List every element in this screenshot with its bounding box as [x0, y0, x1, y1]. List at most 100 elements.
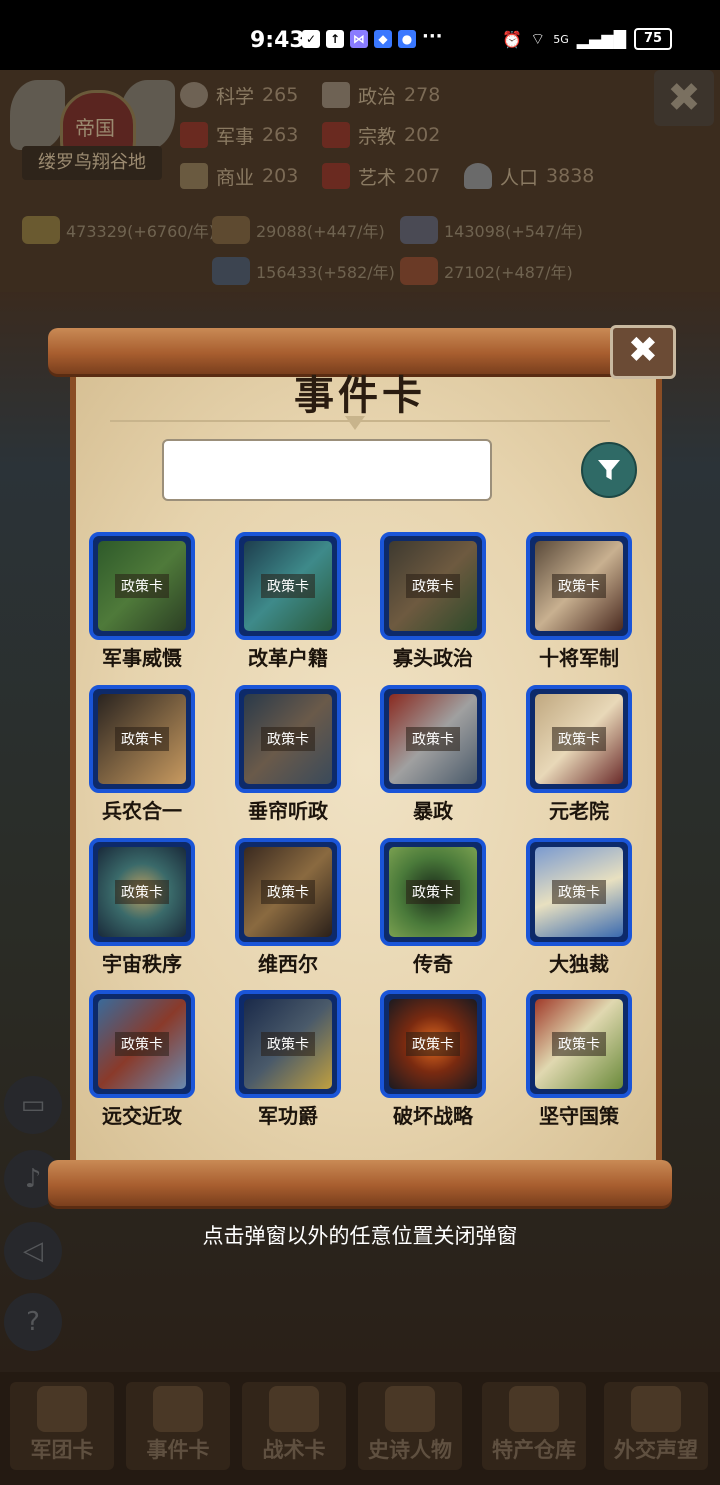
chat-icon: ▭ [20, 1090, 46, 1120]
commerce-icon [180, 163, 208, 189]
modal-title: 事件卡 [294, 373, 426, 419]
stat-military[interactable]: 军事 263 [180, 120, 298, 150]
crown-icon [385, 1386, 435, 1432]
nav-tactic-cards[interactable]: 战术卡 [242, 1382, 346, 1470]
card-art-regency: 政策卡 [244, 694, 332, 784]
card-label: 元老院 [549, 799, 609, 823]
card-type-tag: 政策卡 [115, 574, 169, 598]
status-notification-icons: ✓ ↑ ⋈ ◆ ● ··· [302, 28, 443, 48]
card-frame: 政策卡 [526, 685, 632, 793]
card-art-cosmic-order: 政策卡 [98, 847, 186, 937]
card-frame: 政策卡 [89, 990, 195, 1098]
card-label: 军事威慑 [102, 646, 182, 670]
card-label: 宇宙秩序 [102, 952, 182, 976]
left-wing-icon [10, 80, 65, 150]
card-frame: 政策卡 [235, 990, 341, 1098]
filter-button[interactable] [581, 442, 637, 498]
event-card[interactable]: 政策卡 十将军制 [526, 532, 632, 672]
card-frame: 政策卡 [526, 532, 632, 640]
stat-art[interactable]: 艺术 207 [322, 161, 440, 191]
card-art-military-merit: 政策卡 [244, 999, 332, 1089]
resource-wood[interactable]: 29088(+447/年) [212, 215, 385, 245]
card-type-tag: 政策卡 [406, 1032, 460, 1056]
stat-religion[interactable]: 宗教 202 [322, 120, 440, 150]
card-art-senate: 政策卡 [535, 694, 623, 784]
event-card[interactable]: 政策卡 寡头政治 [380, 532, 486, 672]
nav-legion-cards[interactable]: 军团卡 [10, 1382, 114, 1470]
event-card[interactable]: 政策卡 维西尔 [235, 838, 341, 978]
resource-food[interactable]: 27102(+487/年) [400, 256, 573, 286]
event-card[interactable]: 政策卡 垂帘听政 [235, 685, 341, 825]
military-icon [180, 122, 208, 148]
card-frame: 政策卡 [89, 685, 195, 793]
resource-gold[interactable]: 473329(+6760/年) [22, 215, 215, 245]
resource-stone[interactable]: 156433(+582/年) [212, 256, 395, 286]
card-type-tag: 政策卡 [552, 880, 606, 904]
event-card[interactable]: 政策卡 远交近攻 [89, 990, 195, 1130]
header-close-button[interactable]: ✖ [654, 70, 714, 126]
card-label: 传奇 [413, 952, 453, 976]
check-icon: ✓ [302, 30, 320, 48]
science-icon [180, 82, 208, 108]
nav-event-cards[interactable]: 事件卡 [126, 1382, 230, 1470]
event-card[interactable]: 政策卡 军功爵 [235, 990, 341, 1130]
card-label: 垂帘听政 [248, 799, 328, 823]
nav-diplomacy[interactable]: 外交声望 [604, 1382, 708, 1470]
event-card[interactable]: 政策卡 改革户籍 [235, 532, 341, 672]
card-label: 大独裁 [549, 952, 609, 976]
modal-close-button[interactable]: ✖ [610, 325, 676, 379]
event-card[interactable]: 政策卡 传奇 [380, 838, 486, 978]
resource-iron[interactable]: 143098(+547/年) [400, 215, 583, 245]
event-card[interactable]: 政策卡 元老院 [526, 685, 632, 825]
scroll-bottom-rod [48, 1160, 672, 1206]
chest-icon [509, 1386, 559, 1432]
event-card[interactable]: 政策卡 暴政 [380, 685, 486, 825]
stat-commerce[interactable]: 商业 203 [180, 161, 298, 191]
card-label: 远交近攻 [102, 1104, 182, 1128]
empire-name: 缕罗鸟翔谷地 [22, 146, 162, 180]
event-card[interactable]: 政策卡 兵农合一 [89, 685, 195, 825]
event-card[interactable]: 政策卡 破坏战略 [380, 990, 486, 1130]
iron-icon [400, 216, 438, 244]
card-type-tag: 政策卡 [552, 1032, 606, 1056]
event-card[interactable]: 政策卡 军事威慑 [89, 532, 195, 672]
card-label: 军功爵 [258, 1104, 318, 1128]
card-art-dictatorship: 政策卡 [535, 847, 623, 937]
card-type-tag: 政策卡 [115, 1032, 169, 1056]
nav-specialty-warehouse[interactable]: 特产仓库 [482, 1382, 586, 1470]
crossed-swords-icon [269, 1386, 319, 1432]
card-label: 寡头政治 [393, 646, 473, 670]
card-art-steadfast-policy: 政策卡 [535, 999, 623, 1089]
helmet-icon [37, 1386, 87, 1432]
status-time: 9:43 [250, 28, 305, 53]
alarm-icon: ⏰ [502, 29, 523, 49]
event-card[interactable]: 政策卡 宇宙秩序 [89, 838, 195, 978]
help-icon: ? [26, 1307, 40, 1337]
event-card[interactable]: 政策卡 坚守国策 [526, 990, 632, 1130]
card-art-vizier: 政策卡 [244, 847, 332, 937]
card-search-input[interactable] [162, 439, 492, 501]
status-system-icons: ⏰ ⌔ 5G ▂▄▆█ 75 [502, 28, 672, 50]
card-frame: 政策卡 [380, 685, 486, 793]
stat-politics[interactable]: 政治 278 [322, 80, 440, 110]
stat-science[interactable]: 科学 265 [180, 80, 298, 110]
card-type-tag: 政策卡 [115, 727, 169, 751]
card-type-tag: 政策卡 [406, 727, 460, 751]
scroll-icon [153, 1386, 203, 1432]
stat-population[interactable]: 人口 3838 [464, 161, 594, 191]
card-frame: 政策卡 [526, 990, 632, 1098]
card-type-tag: 政策卡 [552, 574, 606, 598]
event-card[interactable]: 政策卡 大独裁 [526, 838, 632, 978]
gold-icon [22, 216, 60, 244]
food-icon [400, 257, 438, 285]
help-button[interactable]: ? [4, 1293, 62, 1351]
letter-icon [631, 1386, 681, 1432]
religion-icon [322, 122, 350, 148]
shield-icon: ◆ [374, 30, 392, 48]
card-label: 十将军制 [539, 646, 619, 670]
card-art-household-reform: 政策卡 [244, 541, 332, 631]
card-frame: 政策卡 [380, 532, 486, 640]
card-frame: 政策卡 [380, 838, 486, 946]
wifi-icon: ⌔ [530, 29, 546, 48]
nav-epic-heroes[interactable]: 史诗人物 [358, 1382, 462, 1470]
